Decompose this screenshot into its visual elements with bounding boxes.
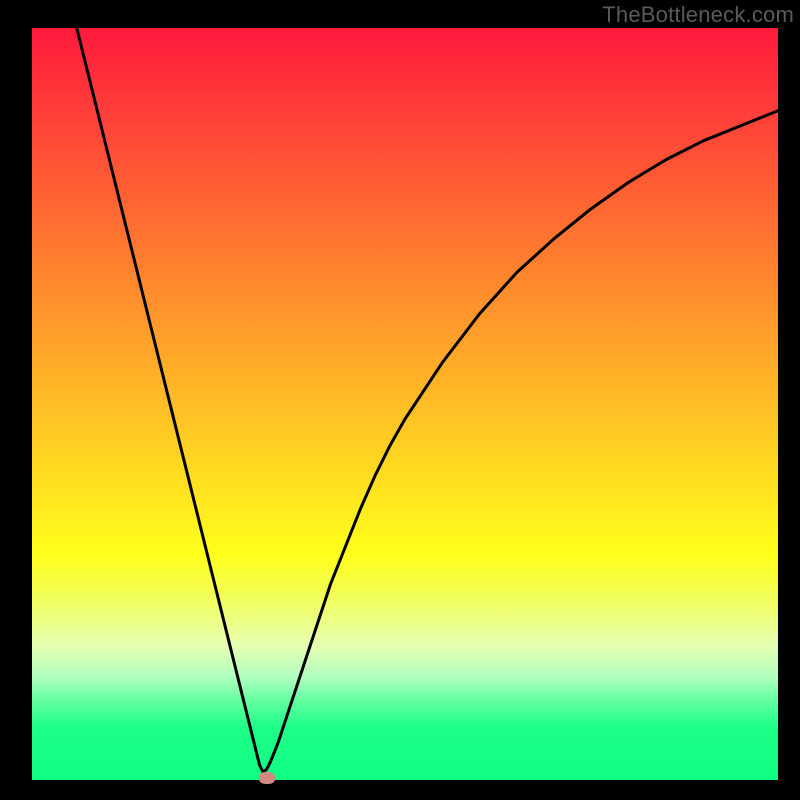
watermark-label: TheBottleneck.com — [602, 2, 794, 28]
plot-area — [32, 28, 778, 780]
minimum-marker — [259, 772, 275, 784]
chart-svg — [32, 28, 778, 780]
curve-path — [77, 28, 778, 772]
chart-container: TheBottleneck.com — [0, 0, 800, 800]
